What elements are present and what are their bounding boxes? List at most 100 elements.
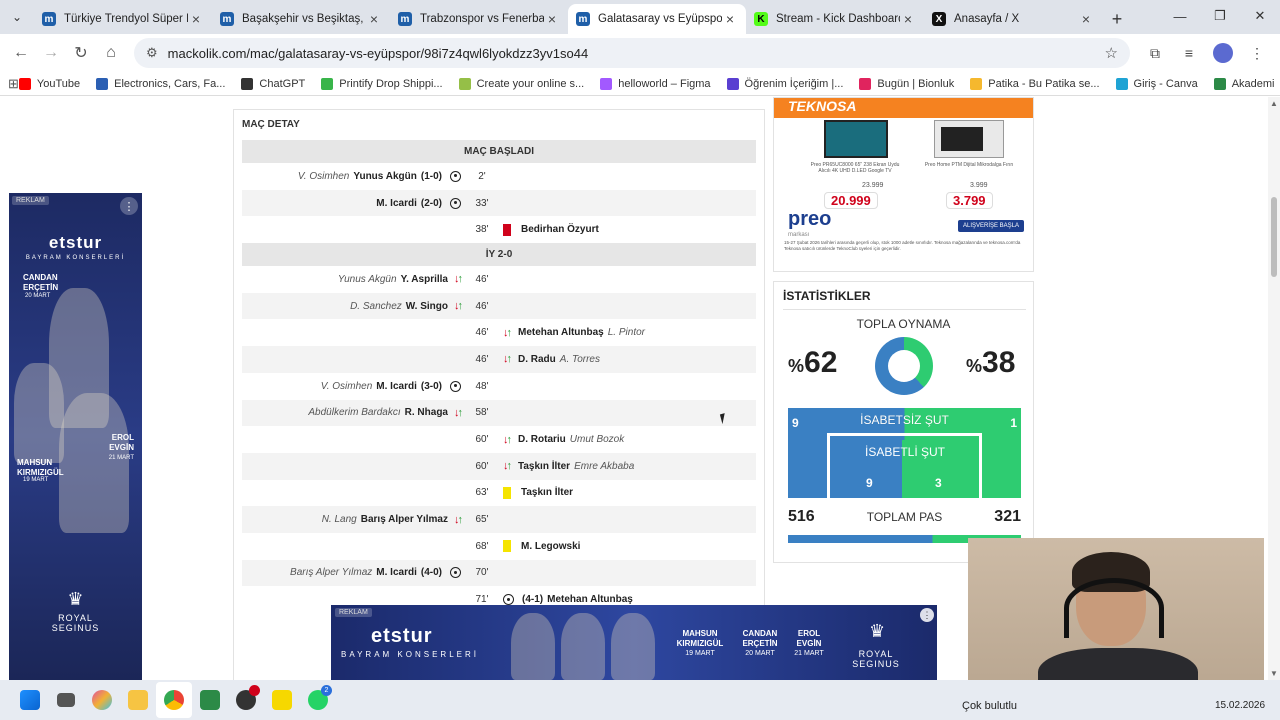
reload-button[interactable]: ↻	[66, 38, 96, 68]
home-button[interactable]: ⌂	[96, 38, 126, 68]
bookmark-item[interactable]: Printify Drop Shippi...	[321, 77, 443, 90]
chrome-taskbar-button[interactable]	[156, 682, 192, 718]
new-tab-button[interactable]: +	[1102, 4, 1132, 34]
away-event: ↓↑ D. Rotariu Umut Bozok	[497, 434, 756, 446]
bookmark-item[interactable]: Giriş - Canva	[1115, 77, 1198, 90]
tab-search-button[interactable]: ⌄	[0, 0, 34, 34]
apps-grid-icon[interactable]: ⊞	[8, 76, 19, 92]
minimize-button[interactable]: —	[1160, 0, 1200, 32]
whatsapp-badge: 2	[321, 685, 332, 696]
bookmark-label: Patika - Bu Patika se...	[988, 77, 1100, 90]
start-button[interactable]	[12, 682, 48, 718]
task-view-icon	[57, 693, 75, 707]
left-ad-banner[interactable]: REKLAM ⋮ etstur BAYRAM KONSERLERİ CANDAN…	[9, 193, 142, 680]
media-controls-icon[interactable]: ≡	[1172, 38, 1206, 68]
match-event-row: N. Lang Barış Alper Yılmaz ↓↑ 65'	[242, 506, 756, 533]
browser-tab[interactable]: K Stream - Kick Dashboard ×	[746, 4, 924, 34]
task-view-button[interactable]	[48, 682, 84, 718]
crown-icon: ♛	[869, 621, 886, 641]
copilot-button[interactable]	[84, 682, 120, 718]
ad-options-icon[interactable]: ⋮	[120, 197, 138, 215]
player-out: Emre Akbaba	[574, 460, 635, 472]
browser-tab-strip: ⌄ m Türkiye Trendyol Süper Lig × m Başakşehi…	[0, 0, 1280, 34]
ad-artist-image	[561, 613, 605, 680]
ad-date-1: 20 MART	[25, 293, 51, 299]
bookmark-item[interactable]: Bugün | Bionluk	[859, 77, 954, 90]
score: (3-0)	[420, 380, 442, 392]
shots-off-label: İSABETSİZ ŞUT	[860, 413, 949, 427]
shop-now-button[interactable]: ALIŞVERİŞE BAŞLA	[958, 220, 1025, 232]
url-text: mackolik.com/mac/galatasaray-vs-eyüpspor…	[167, 45, 589, 61]
ad-options-icon[interactable]: ⋮	[920, 608, 934, 622]
bookmark-item[interactable]: Create your online s...	[458, 77, 584, 90]
headphones-icon	[1064, 578, 1164, 638]
event-minute: 65'	[475, 514, 489, 526]
address-bar[interactable]: ⚙ mackolik.com/mac/galatasaray-vs-eyüpsp…	[134, 38, 1130, 68]
bookmark-item[interactable]: Patika - Bu Patika se...	[970, 77, 1100, 90]
browser-tab[interactable]: m Galatasaray vs Eyüpspor, 1×	[568, 4, 746, 34]
site-info-icon[interactable]: ⚙	[146, 45, 158, 61]
away-event: (4-1) Metehan Altunbaş	[497, 594, 756, 606]
player-in: Metehan Altunbaş	[518, 327, 604, 339]
extensions-icon[interactable]: ⧉	[1138, 38, 1172, 68]
tab-favicon-icon: m	[398, 12, 412, 26]
app-button[interactable]	[228, 682, 264, 718]
whatsapp-button[interactable]: 2	[300, 682, 336, 718]
tab-close-icon[interactable]: ×	[188, 11, 204, 27]
microwave-product-image	[934, 120, 1004, 158]
home-event: V. Osimhen Yunus Akgün (1-0)	[242, 170, 467, 182]
bookmark-item[interactable]: Öğrenim İçeriğim |...	[726, 77, 843, 90]
bookmark-item[interactable]: ChatGPT	[241, 77, 305, 90]
microwave-old-price: 3.999	[970, 182, 988, 189]
bookmark-item[interactable]: YouTube	[18, 77, 80, 90]
bookmark-label: Akademi	[1231, 77, 1275, 90]
bookmarks-bar: ⊞ YouTube Electronics, Cars, Fa... ChatGPT…	[0, 72, 1280, 96]
scroll-up-icon[interactable]: ▲	[1270, 99, 1278, 108]
browser-tab[interactable]: m Başakşehir vs Beşiktaş, 15.0×	[212, 4, 390, 34]
store-button[interactable]	[192, 682, 228, 718]
right-ad-banner[interactable]: TEKNOSA Preo PR65UC8000 65" 238 Ekran Uy…	[773, 97, 1034, 272]
bookmark-item[interactable]: Akademi	[1213, 77, 1275, 90]
tab-close-icon[interactable]: ×	[366, 11, 382, 27]
shots-off-away: 1	[1010, 416, 1017, 430]
file-explorer-button[interactable]	[120, 682, 156, 718]
forward-button[interactable]: →	[36, 38, 66, 68]
sticky-notes-button[interactable]	[264, 682, 300, 718]
tab-close-icon[interactable]: ×	[1078, 11, 1094, 27]
match-event-row: Yunus Akgün Y. Asprilla ↓↑ 46'	[242, 266, 756, 293]
bottom-ad-banner[interactable]: REKLAM etstur BAYRAM KONSERLERİ MAHSUN K…	[331, 605, 937, 680]
crown-icon: ♛	[67, 589, 84, 609]
bookmark-label: Printify Drop Shippi...	[339, 77, 443, 90]
browser-tab[interactable]: m Türkiye Trendyol Süper Lig ×	[34, 4, 212, 34]
ad-logo: etstur	[371, 625, 433, 647]
event-minute: 63'	[475, 487, 489, 499]
ad-artist-1: MAHSUN KIRMIZIGÜL 19 MART	[671, 629, 729, 659]
browser-tab[interactable]: m Trabzonspor vs Fenerbahçe×	[390, 4, 568, 34]
bookmark-favicon-icon	[600, 77, 613, 90]
bookmark-favicon-icon	[458, 77, 471, 90]
yellow-card-icon	[503, 486, 511, 499]
system-date[interactable]: 15.02.2026	[1215, 700, 1265, 711]
tab-close-icon[interactable]: ×	[722, 11, 738, 27]
match-event-row: 46' ↓↑ D. Radu A. Torres	[242, 346, 756, 373]
tab-title: Galatasaray vs Eyüpspor, 1	[598, 13, 722, 25]
weather-status[interactable]: Çok bulutlu	[962, 700, 1017, 712]
scroll-down-icon[interactable]: ▼	[1270, 669, 1278, 678]
bookmark-item[interactable]: helloworld – Figma	[600, 77, 711, 90]
close-window-button[interactable]: ✕	[1240, 0, 1280, 32]
page-scrollbar[interactable]: ▲ ▼	[1268, 97, 1280, 680]
profile-avatar[interactable]	[1213, 43, 1233, 63]
tab-close-icon[interactable]: ×	[544, 11, 560, 27]
tab-close-icon[interactable]: ×	[900, 11, 916, 27]
passes-away: 321	[994, 508, 1021, 525]
carded-player: Taşkın İlter	[521, 487, 574, 499]
browser-tab[interactable]: X Anasayfa / X ×	[924, 4, 1102, 34]
shots-on-label: İSABETLİ ŞUT	[864, 445, 946, 459]
percent-sign: %	[788, 356, 805, 376]
browser-menu-icon[interactable]: ⋮	[1240, 38, 1274, 68]
bookmark-item[interactable]: Electronics, Cars, Fa...	[96, 77, 225, 90]
back-button[interactable]: ←	[6, 38, 36, 68]
bookmark-star-icon[interactable]: ☆	[1105, 44, 1118, 62]
restore-button[interactable]: ❐	[1200, 0, 1240, 32]
scrollbar-thumb[interactable]	[1271, 197, 1277, 277]
